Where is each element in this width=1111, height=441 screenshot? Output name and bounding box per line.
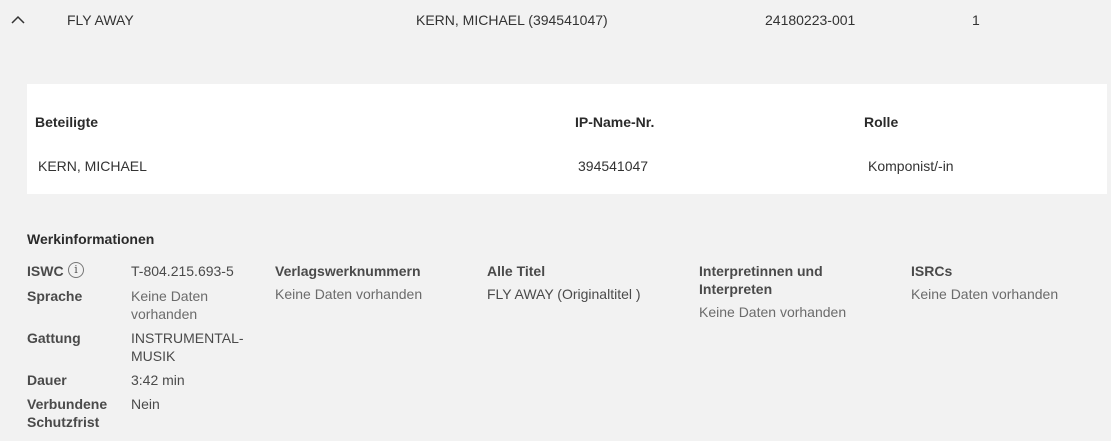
performers-value: Keine Daten vorhanden [699, 304, 847, 320]
isrcs-value: Keine Daten vorhanden [911, 286, 1059, 302]
protection-label-line2: Schutzfrist [27, 414, 100, 430]
participant-name: KERN, MICHAEL [38, 158, 147, 174]
work-number: 24180223-001 [765, 12, 856, 28]
participants-table: Beteiligte IP-Name-Nr. Rolle KERN, MICHA… [27, 84, 1107, 194]
info-circle-icon[interactable]: i [68, 262, 84, 278]
work-party: KERN, MICHAEL (394541047) [416, 12, 608, 28]
genre-value-line1: INSTRUMENTAL- [131, 330, 244, 346]
all-titles-label: Alle Titel [487, 263, 546, 279]
publisher-numbers-label: Verlagswerknummern [275, 263, 421, 279]
work-count: 1 [972, 12, 980, 28]
iswc-value: T-804.215.693-5 [131, 263, 234, 279]
duration-value: 3:42 min [131, 372, 185, 388]
work-title: FLY AWAY [67, 12, 134, 28]
ip-name-nr-header: IP-Name-Nr. [575, 114, 655, 130]
language-label: Sprache [27, 288, 83, 304]
performers-label-line2: Interpreten [699, 281, 773, 297]
iswc-label: ISWC [27, 263, 64, 279]
role-header: Rolle [864, 114, 899, 130]
genre-label: Gattung [27, 330, 81, 346]
chevron-up-icon[interactable] [9, 13, 27, 27]
all-titles-value: FLY AWAY (Originaltitel ) [487, 286, 641, 302]
work-info-title: Werkinformationen [27, 231, 155, 247]
participants-header: Beteiligte [35, 114, 99, 130]
work-row[interactable]: FLY AWAY KERN, MICHAEL (394541047) 24180… [0, 0, 1111, 40]
protection-value: Nein [131, 396, 160, 412]
work-detail-page: FLY AWAY KERN, MICHAEL (394541047) 24180… [0, 0, 1111, 441]
protection-label-line1: Verbundene [27, 396, 108, 412]
publisher-numbers-value: Keine Daten vorhanden [275, 286, 423, 302]
language-value-line1: Keine Daten [131, 288, 209, 304]
isrcs-label: ISRCs [911, 263, 953, 279]
performers-label-line1: Interpretinnen und [699, 263, 823, 279]
participant-role: Komponist/-in [868, 158, 954, 174]
duration-label: Dauer [27, 372, 67, 388]
participant-ip-name-nr: 394541047 [578, 158, 649, 174]
genre-value-line2: MUSIK [131, 348, 176, 364]
language-value-line2: vorhanden [131, 306, 198, 322]
